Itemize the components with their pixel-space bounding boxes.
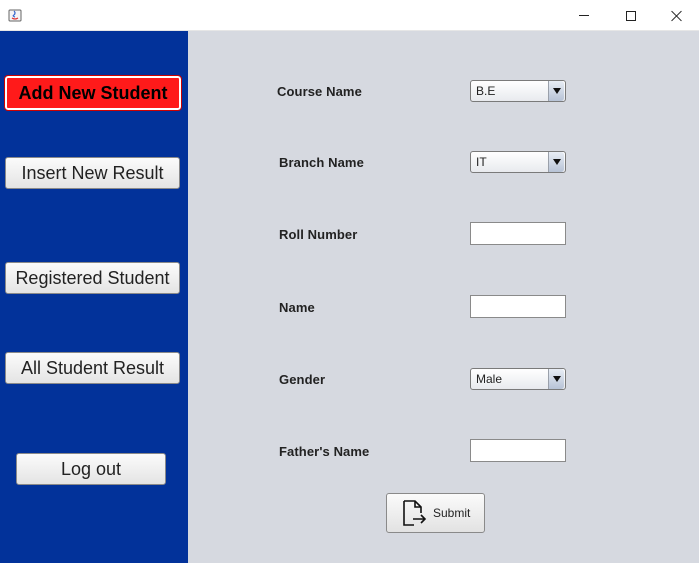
branch-name-label: Branch Name xyxy=(279,155,364,170)
minimize-button[interactable] xyxy=(561,0,607,31)
add-new-student-button[interactable]: Add New Student xyxy=(4,75,182,111)
maximize-button[interactable] xyxy=(608,0,654,31)
maximize-icon xyxy=(626,10,636,21)
sidebar: Add New Student Insert New Result Regist… xyxy=(0,31,188,563)
minimize-icon xyxy=(579,15,589,16)
gender-value: Male xyxy=(476,372,503,386)
name-label: Name xyxy=(279,300,315,315)
close-button[interactable] xyxy=(654,0,699,31)
branch-name-value: IT xyxy=(476,155,487,169)
course-name-value: B.E xyxy=(476,84,496,98)
chevron-down-icon xyxy=(548,152,564,172)
title-bar xyxy=(0,0,699,31)
java-app-icon xyxy=(8,9,22,22)
registered-student-button[interactable]: Registered Student xyxy=(5,262,180,294)
all-student-result-button[interactable]: All Student Result xyxy=(5,352,180,384)
submit-button[interactable]: Submit xyxy=(386,493,485,533)
fathers-name-field[interactable] xyxy=(470,439,566,462)
file-export-icon xyxy=(403,500,427,526)
course-name-label: Course Name xyxy=(277,84,362,99)
chevron-down-icon xyxy=(548,369,564,389)
branch-name-select[interactable]: IT xyxy=(470,151,566,173)
course-name-select[interactable]: B.E xyxy=(470,80,566,102)
close-icon xyxy=(671,10,683,22)
submit-label: Submit xyxy=(433,506,471,520)
roll-number-field[interactable] xyxy=(470,222,566,245)
student-form-panel: Course Name B.E Branch Name IT Roll Numb… xyxy=(188,31,699,563)
gender-label: Gender xyxy=(279,372,326,387)
gender-select[interactable]: Male xyxy=(470,368,566,390)
chevron-down-icon xyxy=(548,81,564,101)
roll-number-label: Roll Number xyxy=(279,227,358,242)
logout-button[interactable]: Log out xyxy=(16,453,166,485)
insert-new-result-button[interactable]: Insert New Result xyxy=(5,157,180,189)
fathers-name-label: Father's Name xyxy=(279,444,370,459)
name-field[interactable] xyxy=(470,295,566,318)
